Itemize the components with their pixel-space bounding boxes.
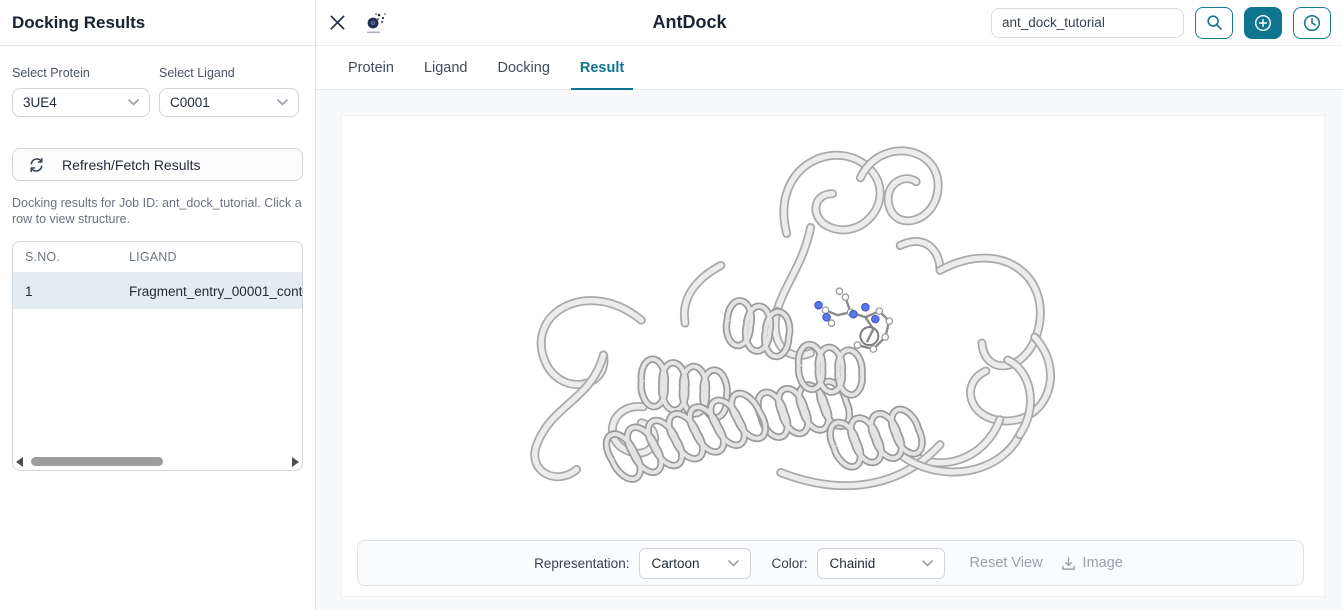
- select-ligand-label: Select Ligand: [159, 66, 299, 80]
- results-table: S.NO. LIGAND 1 Fragment_entry_00001_cont: [12, 241, 303, 471]
- molecular-viewer-3d[interactable]: [342, 116, 1324, 596]
- refresh-fetch-results-button[interactable]: Refresh/Fetch Results: [12, 148, 303, 181]
- app-header: AntDock: [316, 0, 1342, 46]
- protein-select[interactable]: 3UE4: [12, 88, 150, 117]
- scrollbar-track[interactable]: [28, 457, 287, 466]
- plus-circle-icon: [1254, 14, 1272, 32]
- chevron-down-icon: [922, 560, 933, 567]
- close-button[interactable]: [330, 15, 345, 30]
- scroll-right-arrow-icon[interactable]: [292, 457, 299, 467]
- representation-value: Cartoon: [651, 556, 699, 571]
- ligand-ball-and-stick: [815, 288, 893, 352]
- page-title: AntDock: [388, 12, 991, 33]
- scroll-left-arrow-icon[interactable]: [16, 457, 23, 467]
- clock-icon: [1303, 14, 1321, 32]
- chevron-down-icon: [128, 99, 139, 106]
- main-area: AntDock: [316, 0, 1342, 610]
- tab-docking[interactable]: Docking: [489, 46, 559, 89]
- search-icon: [1206, 14, 1223, 31]
- sidebar-title: Docking Results: [0, 0, 315, 46]
- color-value: Chainid: [829, 556, 875, 571]
- search-job-button[interactable]: [1195, 7, 1233, 39]
- close-icon: [330, 15, 345, 30]
- antdock-logo-icon: [364, 10, 388, 35]
- ligand-select[interactable]: C0001: [159, 88, 299, 117]
- app-root: Docking Results Select Protein 3UE4 Sele…: [0, 0, 1342, 610]
- representation-select[interactable]: Cartoon: [639, 548, 751, 579]
- download-image-button[interactable]: Image: [1057, 555, 1127, 571]
- tab-result[interactable]: Result: [571, 46, 633, 89]
- refresh-icon: [28, 157, 45, 173]
- chevron-down-icon: [277, 99, 288, 106]
- color-label: Color:: [771, 556, 807, 571]
- scrollbar-thumb[interactable]: [31, 457, 163, 466]
- select-protein-label: Select Protein: [12, 66, 150, 80]
- results-table-header: S.NO. LIGAND: [13, 242, 302, 273]
- protein-structure: [342, 116, 1324, 596]
- viewer-toolbar: Representation: Cartoon Color: Chainid R…: [357, 540, 1304, 586]
- download-icon: [1061, 556, 1076, 571]
- chevron-down-icon: [728, 560, 739, 567]
- row-ligand: Fragment_entry_00001_cont: [129, 284, 302, 299]
- table-row[interactable]: 1 Fragment_entry_00001_cont: [13, 273, 302, 309]
- tab-protein[interactable]: Protein: [339, 46, 403, 89]
- job-id-input[interactable]: [991, 8, 1184, 38]
- color-select[interactable]: Chainid: [817, 548, 945, 579]
- tab-ligand[interactable]: Ligand: [415, 46, 477, 89]
- viewer-panel: Representation: Cartoon Color: Chainid R…: [341, 115, 1325, 597]
- image-label: Image: [1083, 555, 1123, 571]
- result-content: Representation: Cartoon Color: Chainid R…: [316, 90, 1342, 610]
- table-horizontal-scrollbar[interactable]: [13, 455, 302, 470]
- results-description: Docking results for Job ID: ant_dock_tut…: [12, 195, 302, 227]
- col-header-ligand: LIGAND: [129, 250, 302, 264]
- docking-results-sidebar: Docking Results Select Protein 3UE4 Sele…: [0, 0, 316, 610]
- sidebar-body: Select Protein 3UE4 Select Ligand C0001: [0, 46, 315, 471]
- row-sno: 1: [13, 284, 129, 299]
- history-button[interactable]: [1293, 7, 1331, 39]
- col-header-sno: S.NO.: [13, 250, 129, 264]
- reset-view-label: Reset View: [969, 555, 1042, 571]
- ligand-select-value: C0001: [170, 95, 210, 110]
- workflow-tabs: Protein Ligand Docking Result: [316, 46, 1342, 90]
- table-empty-area: [13, 309, 302, 455]
- refresh-button-label: Refresh/Fetch Results: [62, 157, 201, 173]
- reset-view-button[interactable]: Reset View: [965, 555, 1046, 571]
- protein-select-value: 3UE4: [23, 95, 57, 110]
- new-job-button[interactable]: [1244, 7, 1282, 39]
- representation-label: Representation:: [534, 556, 629, 571]
